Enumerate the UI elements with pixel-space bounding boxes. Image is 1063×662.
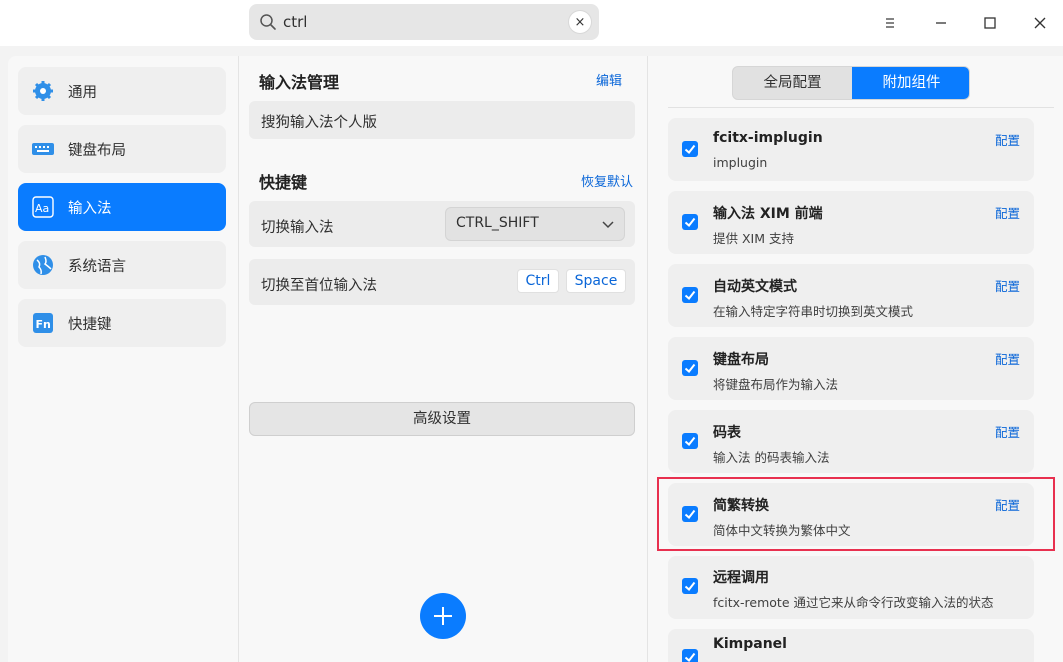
clear-search-button[interactable]: × — [569, 11, 591, 33]
addon-desc: 输入法 的码表输入法 — [713, 450, 830, 465]
addon-desc: 提供 XIM 支持 — [713, 231, 794, 246]
add-input-method-button[interactable] — [420, 593, 466, 639]
checkbox-checked-icon[interactable] — [682, 287, 698, 303]
key-space[interactable]: Space — [566, 269, 626, 293]
globe-icon — [32, 254, 54, 276]
addon-desc: implugin — [713, 155, 768, 170]
checkbox-checked-icon[interactable] — [682, 141, 698, 157]
addon-item: Kimpanel — [668, 629, 1034, 662]
gear-icon — [32, 80, 54, 102]
addons-panel: 全局配置 附加组件 fcitx-implugin implugin 配置 输入法… — [648, 56, 1063, 662]
keyboard-icon — [32, 138, 54, 160]
checkbox-checked-icon[interactable] — [682, 506, 698, 522]
addon-item: 码表 输入法 的码表输入法 配置 — [668, 410, 1034, 473]
addon-config-link[interactable]: 配置 — [995, 349, 1020, 368]
addon-title: 码表 — [713, 425, 741, 441]
im-item-label: 搜狗输入法个人版 — [261, 115, 377, 131]
tab-switcher: 全局配置 附加组件 — [732, 66, 970, 100]
edit-link[interactable]: 编辑 — [596, 70, 622, 89]
tab-global-config[interactable]: 全局配置 — [733, 67, 852, 99]
sidebar-item-keyboard-layout[interactable]: 键盘布局 — [18, 125, 226, 173]
addon-title: 简繁转换 — [713, 498, 769, 514]
switch-im-label: 切换输入法 — [261, 220, 334, 236]
key-ctrl[interactable]: Ctrl — [517, 269, 559, 293]
divider — [668, 107, 1054, 108]
menu-icon[interactable] — [879, 12, 901, 34]
sidebar-item-label: 输入法 — [68, 201, 112, 217]
addon-title: 自动英文模式 — [713, 279, 797, 295]
shortcut-section-title: 快捷键 — [259, 173, 308, 192]
switch-first-im-label: 切换至首位输入法 — [261, 278, 377, 294]
font-aa-icon: Aa — [32, 196, 54, 218]
checkbox-checked-icon[interactable] — [682, 360, 698, 376]
close-icon[interactable] — [1029, 12, 1051, 34]
addon-title: 输入法 XIM 前端 — [713, 206, 823, 222]
addon-config-link[interactable]: 配置 — [995, 495, 1020, 514]
search-icon — [260, 14, 276, 30]
title-bar: × — [0, 0, 1063, 46]
switch-im-row: 切换输入法 CTRL_SHIFT — [249, 201, 635, 247]
addon-item: 键盘布局 将键盘布局作为输入法 配置 — [668, 337, 1034, 400]
minimize-icon[interactable] — [930, 12, 952, 34]
addon-config-link[interactable]: 配置 — [995, 276, 1020, 295]
addon-title: Kimpanel — [713, 636, 787, 652]
addon-title: fcitx-implugin — [713, 130, 823, 146]
addon-config-link[interactable]: 配置 — [995, 203, 1020, 222]
addon-item: 自动英文模式 在输入特定字符串时切换到英文模式 配置 — [668, 264, 1034, 327]
checkbox-checked-icon[interactable] — [682, 214, 698, 230]
tab-addons[interactable]: 附加组件 — [852, 67, 969, 99]
search-input[interactable] — [283, 10, 563, 34]
plus-icon — [434, 607, 452, 625]
maximize-icon[interactable] — [979, 12, 1001, 34]
im-list-item[interactable]: 搜狗输入法个人版 — [249, 101, 635, 139]
svg-text:Aa: Aa — [35, 202, 49, 215]
sidebar-item-label: 键盘布局 — [68, 143, 126, 159]
input-method-panel: 输入法管理 编辑 搜狗输入法个人版 快捷键 恢复默认 切换输入法 CTRL_SH… — [239, 56, 647, 662]
sidebar-item-input-method[interactable]: Aa 输入法 — [18, 183, 226, 231]
advanced-settings-button[interactable]: 高级设置 — [249, 402, 635, 436]
search-box[interactable]: × — [249, 4, 599, 40]
addon-item-traditional-conversion: 简繁转换 简体中文转换为繁体中文 配置 — [668, 483, 1034, 546]
sidebar: 通用 键盘布局 Aa 输入法 系统语言 Fn 快捷键 — [8, 56, 238, 662]
switch-im-value: CTRL_SHIFT — [456, 215, 539, 231]
sidebar-item-label: 系统语言 — [68, 259, 126, 275]
addon-config-link[interactable]: 配置 — [995, 130, 1020, 149]
addon-item: 输入法 XIM 前端 提供 XIM 支持 配置 — [668, 191, 1034, 254]
sidebar-item-shortcuts[interactable]: Fn 快捷键 — [18, 299, 226, 347]
sidebar-item-general[interactable]: 通用 — [18, 67, 226, 115]
switch-first-im-row: 切换至首位输入法 Ctrl Space — [249, 259, 635, 305]
addon-title: 远程调用 — [713, 570, 769, 586]
sidebar-item-system-language[interactable]: 系统语言 — [18, 241, 226, 289]
addon-desc: 在输入特定字符串时切换到英文模式 — [713, 304, 914, 319]
addon-item: 远程调用 fcitx-remote 通过它来从命令行改变输入法的状态 — [668, 556, 1034, 619]
addon-item: fcitx-implugin implugin 配置 — [668, 118, 1034, 181]
chevron-down-icon — [602, 221, 614, 229]
im-section-title: 输入法管理 — [259, 73, 340, 92]
svg-text:Fn: Fn — [36, 318, 51, 331]
restore-defaults-link[interactable]: 恢复默认 — [581, 171, 633, 190]
sidebar-item-label: 快捷键 — [68, 317, 112, 333]
checkbox-checked-icon[interactable] — [682, 649, 698, 662]
checkbox-checked-icon[interactable] — [682, 578, 698, 594]
checkbox-checked-icon[interactable] — [682, 433, 698, 449]
addon-config-link[interactable]: 配置 — [995, 422, 1020, 441]
addon-title: 键盘布局 — [713, 352, 769, 368]
addon-desc: fcitx-remote 通过它来从命令行改变输入法的状态 — [713, 595, 994, 610]
fn-icon: Fn — [32, 312, 54, 334]
addon-desc: 将键盘布局作为输入法 — [713, 377, 839, 392]
switch-im-select[interactable]: CTRL_SHIFT — [445, 207, 625, 241]
addon-desc: 简体中文转换为繁体中文 — [713, 523, 851, 538]
sidebar-item-label: 通用 — [68, 85, 97, 101]
